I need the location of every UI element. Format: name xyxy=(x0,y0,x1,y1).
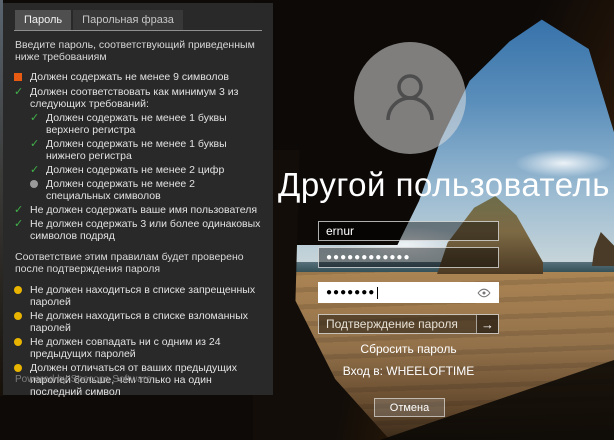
old-password-input[interactable]: ●●●●●●●●●●●● xyxy=(318,247,499,268)
requirement-item: Должен содержать не менее 2 специальных … xyxy=(14,178,262,202)
requirement-text: Должен содержать не менее 9 символов xyxy=(30,71,229,84)
requirement-item: Должен соответствовать как минимум 3 из … xyxy=(14,86,262,110)
new-password-input[interactable]: ●●●●●●● xyxy=(318,282,499,303)
pending-dot-icon xyxy=(14,284,30,308)
new-password-mask: ●●●●●●● xyxy=(326,287,375,298)
requirement-item: Должен содержать не менее 2 цифр xyxy=(14,164,262,176)
check-icon xyxy=(14,218,30,242)
requirement-item: Должен содержать не менее 1 буквы верхне… xyxy=(14,112,262,136)
requirement-item: Не должен содержать ваше имя пользовател… xyxy=(14,204,262,216)
requirement-text: Не должен содержать ваше имя пользовател… xyxy=(30,204,257,216)
policy-note-text: Соответствие этим правилам будет провере… xyxy=(15,251,255,275)
confirm-password-input[interactable]: Подтверждение пароля → xyxy=(318,314,499,334)
requirement-text: Не должен находиться в списке взломанных… xyxy=(30,310,262,334)
check-icon xyxy=(30,112,46,136)
policy-tabs: Пароль Парольная фраза xyxy=(14,10,262,31)
pending-dot-icon xyxy=(14,310,30,334)
check-icon xyxy=(30,138,46,162)
requirement-item: Не должен находиться в списке запрещенны… xyxy=(14,284,262,308)
check-icon xyxy=(14,86,30,110)
user-avatar xyxy=(354,42,466,154)
policy-intro-text: Введите пароль, соответствующий приведен… xyxy=(15,39,263,63)
requirement-item: Не должен содержать 3 или более одинаков… xyxy=(14,218,262,242)
reset-password-link[interactable]: Сбросить пароль xyxy=(318,342,499,356)
person-icon xyxy=(378,66,442,130)
requirement-item: Не должен совпадать ни с одним из 24 пре… xyxy=(14,336,262,360)
username-input[interactable]: ernur xyxy=(318,221,499,241)
neutral-dot-icon xyxy=(30,178,46,202)
requirement-text: Не должен содержать 3 или более одинаков… xyxy=(30,218,262,242)
cancel-button[interactable]: Отмена xyxy=(374,398,445,417)
pending-dot-icon xyxy=(14,336,30,360)
requirement-item: Должен содержать не менее 9 символов xyxy=(14,71,262,84)
password-reveal-icon[interactable] xyxy=(477,286,491,300)
specops-branding: Powered by Specops Software xyxy=(15,374,152,386)
requirement-text: Не должен совпадать ни с одним из 24 пре… xyxy=(30,336,262,360)
tab-password[interactable]: Пароль xyxy=(15,10,71,30)
tab-passphrase[interactable]: Парольная фраза xyxy=(73,10,183,30)
requirement-item: Должен содержать не менее 1 буквы нижнег… xyxy=(14,138,262,162)
requirement-text: Должен содержать не менее 2 цифр xyxy=(46,164,224,176)
submit-arrow-button[interactable]: → xyxy=(476,315,498,333)
failed-square-icon xyxy=(14,71,30,84)
old-password-mask: ●●●●●●●●●●●● xyxy=(326,252,410,263)
requirement-text: Должен соответствовать как минимум 3 из … xyxy=(30,86,262,110)
text-cursor xyxy=(377,287,378,299)
sign-in-domain-text: Вход в: WHEELOFTIME xyxy=(318,364,499,378)
other-user-title: Другой пользователь xyxy=(278,166,550,204)
password-policy-panel: Пароль Парольная фраза Введите пароль, с… xyxy=(3,3,273,395)
requirement-text: Не должен находиться в списке запрещенны… xyxy=(30,284,262,308)
check-icon xyxy=(14,204,30,216)
requirement-text: Должен содержать не менее 1 буквы нижнег… xyxy=(46,138,262,162)
confirm-password-placeholder: Подтверждение пароля xyxy=(326,317,458,331)
requirement-item: Не должен находиться в списке взломанных… xyxy=(14,310,262,334)
requirement-text: Должен содержать не менее 1 буквы верхне… xyxy=(46,112,262,136)
requirement-text: Должен содержать не менее 2 специальных … xyxy=(46,178,262,202)
username-value: ernur xyxy=(326,224,354,238)
check-icon xyxy=(30,164,46,176)
